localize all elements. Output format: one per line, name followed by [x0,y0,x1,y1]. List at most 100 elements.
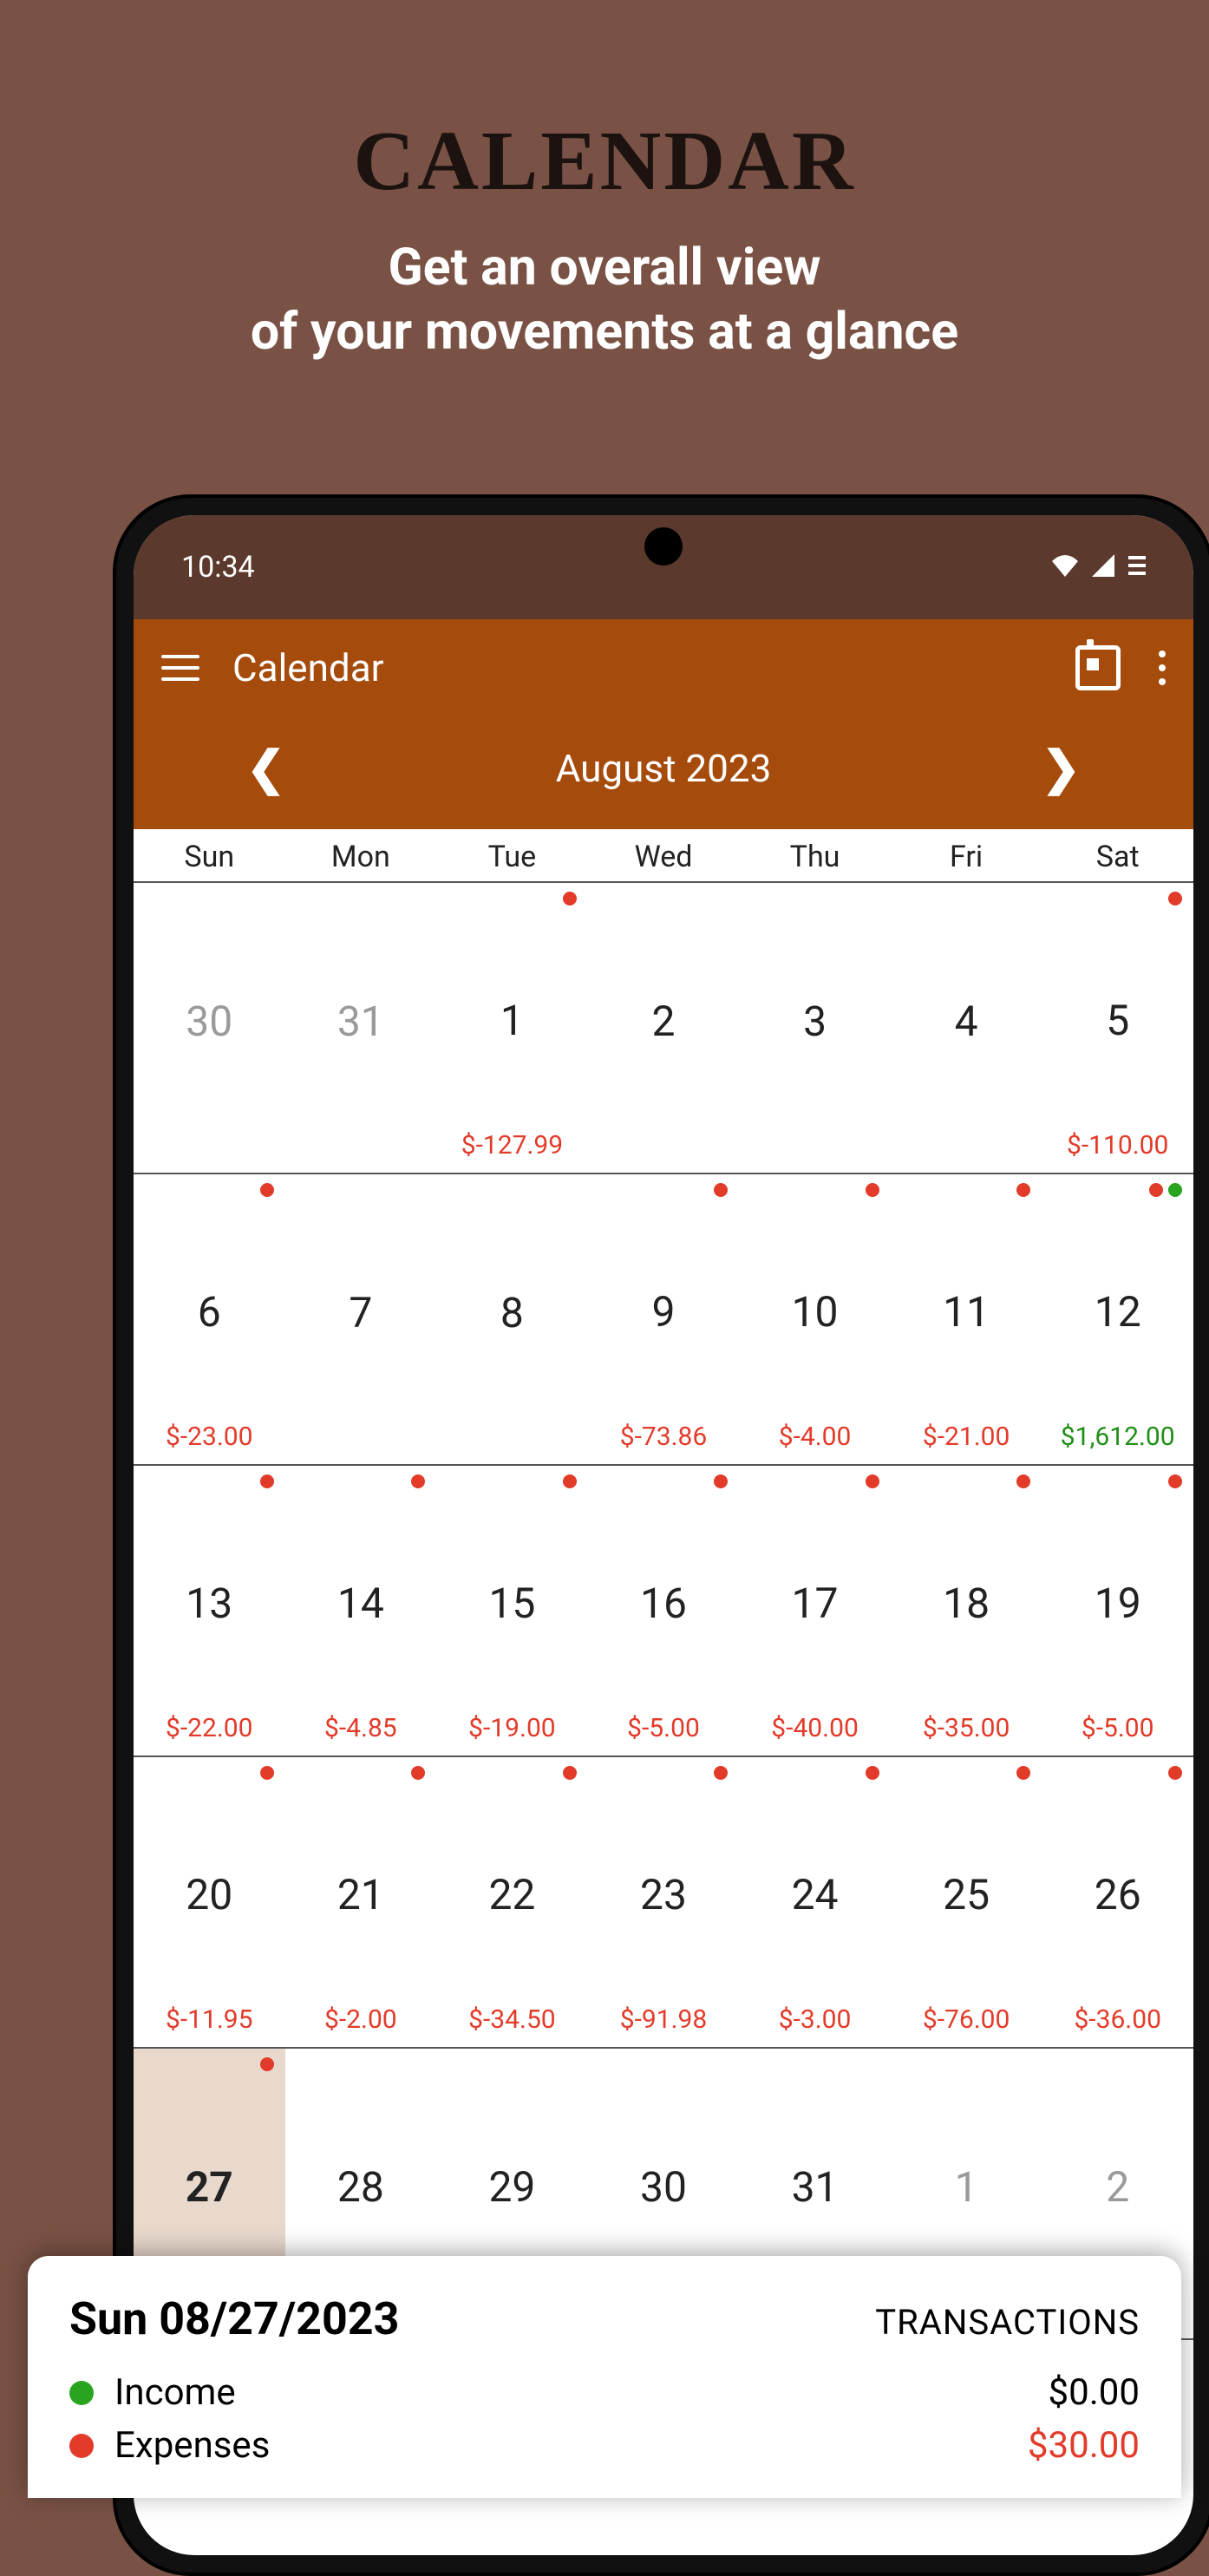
calendar-day[interactable]: 1$-127.99 [436,883,588,1173]
day-number: 1 [895,2162,1038,2212]
day-amount [290,1422,433,1452]
red-dot-icon [1016,1183,1030,1197]
calendar-day[interactable]: 22$-34.50 [436,1757,588,2047]
calendar-day[interactable]: 13$-22.00 [134,1466,285,1755]
calendar-day[interactable]: 7 [285,1174,437,1464]
day-amount: $-21.00 [895,1422,1038,1452]
calendar-day[interactable]: 12$1,612.00 [1042,1174,1193,1464]
day-amount: $-110.00 [1046,1130,1189,1161]
overflow-icon[interactable] [1159,651,1166,685]
day-number: 16 [592,1579,735,1628]
day-number: 30 [592,2162,735,2212]
calendar-day[interactable]: 14 $-4.85 [285,1466,437,1755]
screen-title: Calendar [232,645,1042,690]
expense-dot-icon [69,2434,94,2458]
day-amount: $-23.00 [138,1422,281,1452]
red-dot-icon [563,1766,577,1780]
calendar-day[interactable]: 10$-4.00 [739,1174,891,1464]
red-dot-icon [1016,1766,1030,1780]
calendar-day[interactable]: 2 [588,883,740,1173]
red-dot-icon [260,1474,274,1488]
calendar-day[interactable]: 15 $-19.00 [436,1466,588,1755]
day-number: 11 [895,1287,1038,1337]
day-amount: $-4.85 [290,1713,433,1743]
day-number: 5 [1046,996,1189,1045]
day-amount [290,1131,433,1161]
summary-expense-row: Expenses $30.00 [69,2419,1140,2472]
calendar-day[interactable]: 24$-3.00 [739,1757,891,2047]
calendar-day[interactable]: 25$-76.00 [891,1757,1042,2047]
red-dot-icon [714,1766,728,1780]
day-number: 15 [441,1579,584,1628]
day-amount: $-5.00 [1046,1713,1189,1743]
red-dot-icon [563,1474,577,1488]
calendar-grid: 30311$-127.992345$-110.006$-23.00789$-73… [134,883,1193,2340]
calendar-day[interactable]: 30 [134,883,285,1173]
day-amount: $-40.00 [743,1713,886,1743]
day-number: 2 [592,997,735,1046]
expense-value: $30.00 [1028,2424,1140,2467]
green-dot-icon [1168,1183,1182,1197]
red-dot-icon [1016,1474,1030,1488]
wifi-icon [1052,550,1078,585]
day-number: 29 [441,2162,584,2212]
day-number: 3 [743,997,886,1046]
today-icon[interactable] [1075,645,1121,690]
day-amount: $-76.00 [895,2004,1038,2035]
red-dot-icon [866,1766,879,1780]
promo-title: CALENDAR [0,0,1209,210]
calendar-day[interactable]: 20$-11.95 [134,1757,285,2047]
calendar-day[interactable]: 16 $-5.00 [588,1466,740,1755]
signal-icon [1092,550,1114,585]
calendar-day[interactable]: 8 [436,1174,588,1464]
day-number: 24 [743,1870,886,1919]
day-amount: $-5.00 [592,1713,735,1743]
calendar-day[interactable]: 4 [891,883,1042,1173]
day-number: 17 [743,1579,886,1628]
calendar-day[interactable]: 3 [739,883,891,1173]
menu-icon[interactable] [161,655,199,681]
status-time: 10:34 [181,550,255,585]
day-amount: $-91.98 [592,2004,735,2035]
calendar-day[interactable]: 26$-36.00 [1042,1757,1193,2047]
calendar-day[interactable]: 11 $-21.00 [891,1174,1042,1464]
day-number: 14 [290,1579,433,1628]
day-amount: $1,612.00 [1046,1422,1189,1452]
day-number: 31 [290,997,433,1046]
day-amount: $-73.86 [592,1422,735,1452]
month-label[interactable]: August 2023 [556,746,772,791]
more-icon [1128,550,1146,585]
calendar-day[interactable]: 18$-35.00 [891,1466,1042,1755]
day-number: 27 [138,2162,281,2212]
red-dot-icon [714,1183,728,1197]
calendar-day[interactable]: 5 $-110.00 [1042,883,1193,1173]
day-amount [592,1131,735,1161]
day-number: 22 [441,1870,584,1919]
dow-cell: Mon [285,829,437,881]
income-value: $0.00 [1049,2371,1140,2414]
prev-month-button[interactable]: ❮ [246,741,285,796]
day-number: 20 [138,1870,281,1919]
day-number: 10 [743,1287,886,1337]
summary-transactions-label: TRANSACTIONS [875,2302,1140,2343]
day-number: 21 [290,1870,433,1919]
front-camera [644,527,683,566]
calendar-day[interactable]: 19 $-5.00 [1042,1466,1193,1755]
summary-card[interactable]: Sun 08/27/2023 TRANSACTIONS Income $0.00… [28,2256,1181,2498]
day-amount: $-19.00 [441,1713,584,1743]
dow-cell: Fri [891,829,1042,881]
calendar-day[interactable]: 6$-23.00 [134,1174,285,1464]
calendar-day[interactable]: 23$-91.98 [588,1757,740,2047]
red-dot-icon [1168,1474,1182,1488]
day-number: 19 [1046,1579,1189,1628]
calendar-day[interactable]: 17 $-40.00 [739,1466,891,1755]
dow-cell: Sun [134,829,285,881]
dow-cell: Sat [1042,829,1193,881]
day-amount: $-127.99 [441,1130,584,1161]
day-amount [441,1422,584,1452]
next-month-button[interactable]: ❯ [1042,741,1081,796]
red-dot-icon [866,1183,879,1197]
calendar-day[interactable]: 31 [285,883,437,1173]
calendar-day[interactable]: 21$-2.00 [285,1757,437,2047]
calendar-day[interactable]: 9$-73.86 [588,1174,740,1464]
